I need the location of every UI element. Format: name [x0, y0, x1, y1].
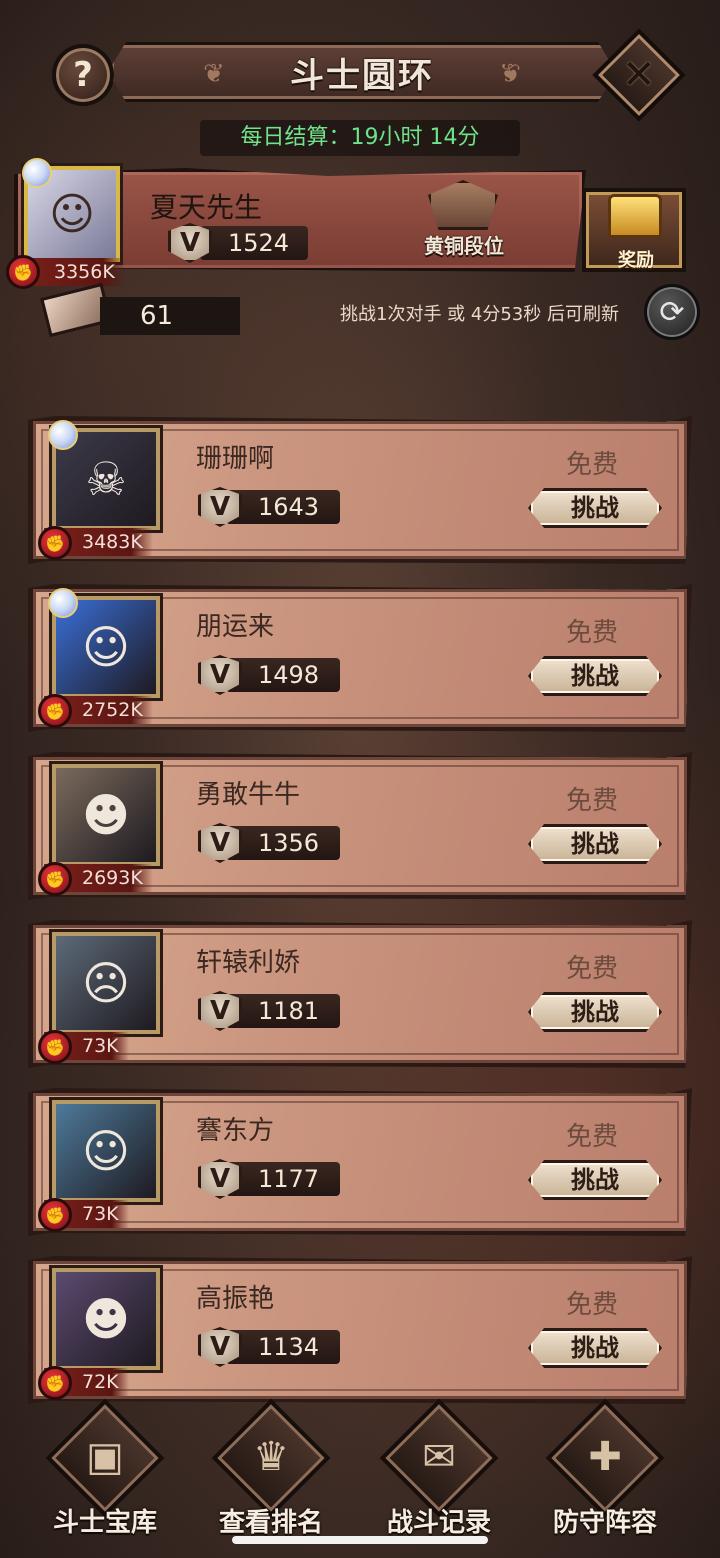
opponent-score: 1643: [226, 490, 340, 524]
opponent-score: 1498: [226, 658, 340, 692]
title-bar: ❦ 斗士圆环 ❦: [108, 42, 616, 102]
nav-label: 斗士宝库: [52, 1508, 157, 1538]
opponent-score: 1177: [226, 1162, 340, 1196]
trophy-icon: ♛: [253, 1434, 289, 1480]
challenge-button[interactable]: 挑战: [528, 488, 662, 528]
reward-label: 奖励: [618, 250, 654, 271]
orb-icon: [48, 420, 78, 450]
opponent-portrait-icon: ☺: [82, 620, 130, 674]
cost-label: 免费: [566, 450, 619, 480]
opponent-avatar[interactable]: ☺: [52, 1100, 160, 1202]
cost-label: 免费: [566, 1122, 619, 1152]
opponent-avatar[interactable]: ☻: [52, 764, 160, 866]
opponent-name: 謇东方: [196, 1116, 275, 1146]
challenge-button[interactable]: 挑战: [528, 824, 662, 864]
opponent-name: 轩辕利娇: [196, 948, 301, 978]
opponent-portrait-icon: ☻: [82, 788, 130, 842]
opponent-portrait-icon: ☹: [82, 956, 130, 1010]
challenge-button[interactable]: 挑战: [528, 1160, 662, 1200]
refresh-icon: ⟳: [659, 294, 685, 330]
ticket-count: 61: [100, 297, 240, 335]
nav-label: 防守阵容: [552, 1508, 657, 1538]
fist-icon: ✊: [38, 1030, 72, 1064]
fist-icon: ✊: [38, 1366, 72, 1400]
player-portrait-icon: ☺: [49, 188, 95, 240]
player-name: 夏天先生: [150, 191, 263, 224]
fist-icon: ✊: [38, 862, 72, 896]
fist-icon: ✊: [6, 255, 40, 289]
nav-item-0[interactable]: ▣ 斗士宝库: [30, 1398, 180, 1540]
opponent-name: 朋运来: [196, 612, 275, 642]
opponent-avatar[interactable]: ☻: [52, 1268, 160, 1370]
reward-chest-icon: [608, 194, 662, 238]
nav-item-2[interactable]: ✉ 战斗记录: [364, 1398, 514, 1540]
home-indicator: [232, 1536, 488, 1544]
close-icon: ✕: [622, 51, 656, 98]
wing-ornament-icon: ❦: [203, 59, 225, 89]
opponent-name: 珊珊啊: [196, 444, 275, 474]
player-score: 1524: [200, 226, 308, 260]
challenge-button[interactable]: 挑战: [528, 1328, 662, 1368]
cost-label: 免费: [566, 954, 619, 984]
page-title: 斗士圆环: [290, 55, 434, 96]
wing-ornament-icon: ❦: [499, 59, 521, 89]
orb-icon: [48, 588, 78, 618]
opponent-score: 1134: [226, 1330, 340, 1364]
fist-icon: ✊: [38, 1198, 72, 1232]
nav-item-1[interactable]: ♛ 查看排名: [196, 1398, 346, 1540]
daily-settlement-timer: 每日结算：19小时 14分: [200, 120, 520, 156]
close-button[interactable]: ✕: [592, 28, 686, 122]
opponent-score: 1181: [226, 994, 340, 1028]
refresh-button[interactable]: ⟳: [644, 284, 700, 340]
nav-item-3[interactable]: ✚ 防守阵容: [530, 1398, 680, 1540]
orb-icon: [22, 158, 52, 188]
challenge-button[interactable]: 挑战: [528, 992, 662, 1032]
opponent-portrait-icon: ☺: [82, 1124, 130, 1178]
help-button[interactable]: ?: [52, 44, 114, 106]
opponent-name: 高振艳: [196, 1284, 275, 1314]
rank-label: 黄铜段位: [424, 234, 504, 258]
opponent-portrait-icon: ☠: [85, 452, 127, 506]
cost-label: 免费: [566, 618, 619, 648]
opponent-score: 1356: [226, 826, 340, 860]
shield-icon: ✚: [588, 1434, 622, 1480]
challenge-button[interactable]: 挑战: [528, 656, 662, 696]
treasure-chest-icon: ▣: [86, 1434, 124, 1480]
fist-icon: ✊: [38, 694, 72, 728]
opponent-name: 勇敢牛牛: [196, 780, 301, 810]
cost-label: 免费: [566, 786, 619, 816]
opponent-portrait-icon: ☻: [82, 1292, 130, 1346]
fist-icon: ✊: [38, 526, 72, 560]
cost-label: 免费: [566, 1290, 619, 1320]
opponent-avatar[interactable]: ☹: [52, 932, 160, 1034]
nav-label: 战斗记录: [386, 1508, 491, 1538]
nav-label: 查看排名: [218, 1508, 323, 1538]
refresh-hint: 挑战1次对手 或 4分53秒 后可刷新: [340, 304, 619, 325]
scroll-icon: ✉: [422, 1434, 456, 1480]
